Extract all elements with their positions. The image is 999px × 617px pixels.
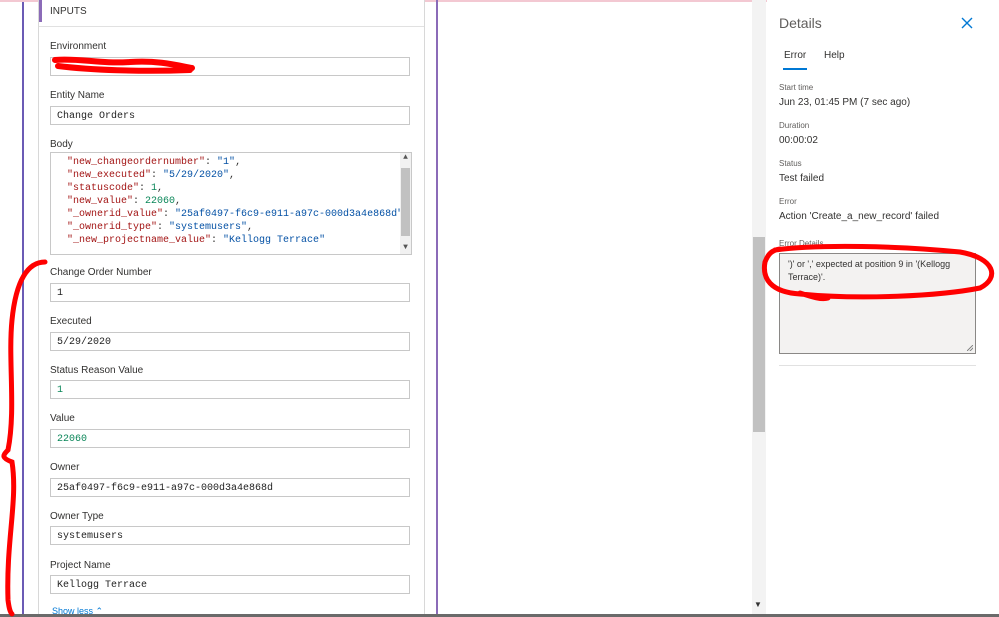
details-title: Details: [779, 15, 822, 31]
json-key: "new_executed": [67, 170, 152, 181]
body-code-line: "new_value": 22060,: [67, 196, 181, 207]
body-code-line: "_ownerid_type": "systemusers",: [67, 222, 253, 233]
inputs-card: INPUTS Environment Entity Name Change Or…: [38, 0, 425, 617]
executed-label: Executed: [50, 316, 92, 327]
json-key: "new_changeordernumber": [67, 157, 206, 168]
json-colon: :: [157, 222, 170, 233]
json-colon: :: [211, 235, 224, 246]
owner-type-field[interactable]: systemusers: [50, 526, 410, 545]
json-trailing: ,: [229, 170, 236, 181]
main-scrollbar-thumb[interactable]: [753, 237, 765, 432]
json-trailing: ,: [175, 196, 182, 207]
json-key: "_ownerid_type": [67, 222, 158, 233]
json-value: "systemusers": [169, 222, 248, 233]
json-colon: :: [139, 183, 152, 194]
header-divider: [39, 26, 424, 27]
entity-name-label: Entity Name: [50, 90, 105, 101]
outer-card-border: [436, 0, 438, 617]
error-label: Error: [779, 197, 797, 206]
value-field[interactable]: 22060: [50, 429, 410, 448]
resize-handle-icon[interactable]: [967, 345, 973, 351]
json-colon: :: [133, 196, 146, 207]
status-reason-value-label: Status Reason Value: [50, 365, 144, 376]
scroll-up-icon[interactable]: ▲: [401, 153, 410, 162]
error-value: Action 'Create_a_new_record' failed: [779, 211, 940, 222]
json-value: "5/29/2020": [163, 170, 230, 181]
active-tab-indicator: [783, 68, 807, 70]
tab-error[interactable]: Error: [784, 50, 806, 61]
json-trailing: ,: [247, 222, 254, 233]
value-label: Value: [50, 413, 75, 424]
duration-label: Duration: [779, 121, 810, 130]
json-colon: :: [151, 170, 164, 181]
json-key: "statuscode": [67, 183, 140, 194]
json-key: "_ownerid_value": [67, 209, 164, 220]
environment-field[interactable]: [50, 57, 410, 76]
error-details-text: ')' or ',' expected at position 9 in '(K…: [788, 259, 951, 282]
status-label: Status: [779, 159, 802, 168]
json-value: 22060: [145, 196, 176, 207]
project-name-field[interactable]: Kellogg Terrace: [50, 575, 410, 594]
owner-type-label: Owner Type: [50, 511, 104, 522]
json-value: "Kellogg Terrace": [223, 235, 326, 246]
left-border-line: [22, 2, 24, 617]
details-divider: [779, 365, 976, 366]
json-value: "25af0497-f6c9-e911-a97c-000d3a4e868d": [175, 209, 404, 220]
json-key: "new_value": [67, 196, 134, 207]
details-panel: Details Error Help Start time Jun 23, 01…: [767, 0, 999, 617]
json-colon: :: [163, 209, 176, 220]
body-code-line: "new_executed": "5/29/2020",: [67, 170, 235, 181]
owner-label: Owner: [50, 462, 80, 473]
close-icon[interactable]: [960, 16, 974, 30]
owner-field[interactable]: 25af0497-f6c9-e911-a97c-000d3a4e868d: [50, 478, 410, 497]
json-trailing: ,: [157, 183, 164, 194]
body-code-line: "new_changeordernumber": "1",: [67, 157, 241, 168]
body-label: Body: [50, 139, 73, 150]
executed-field[interactable]: 5/29/2020: [50, 332, 410, 351]
change-order-number-label: Change Order Number: [50, 267, 152, 278]
start-time-value: Jun 23, 01:45 PM (7 sec ago): [779, 97, 911, 108]
json-value: "1": [217, 157, 236, 168]
json-colon: :: [205, 157, 218, 168]
body-scrollbar-thumb[interactable]: [401, 168, 410, 236]
body-code-line: "_new_projectname_value": "Kellogg Terra…: [67, 235, 325, 246]
start-time-label: Start time: [779, 83, 814, 92]
tab-help[interactable]: Help: [824, 50, 845, 61]
duration-value: 00:00:02: [779, 135, 818, 146]
main-scroll-down-icon[interactable]: ▼: [754, 600, 762, 609]
body-code-editor[interactable]: "new_changeordernumber": "1", "new_execut…: [50, 152, 412, 255]
environment-label: Environment: [50, 41, 107, 52]
scroll-down-icon[interactable]: ▼: [401, 243, 410, 252]
card-accent-bar: [39, 0, 42, 22]
body-code-line: "_ownerid_value": "25af0497-f6c9-e911-a9…: [67, 209, 409, 220]
status-reason-value-field[interactable]: 1: [50, 380, 410, 399]
left-gutter: [0, 2, 22, 617]
json-key: "_new_projectname_value": [67, 235, 212, 246]
change-order-number-field[interactable]: 1: [50, 283, 410, 302]
project-name-label: Project Name: [50, 560, 111, 571]
inputs-header: INPUTS: [50, 6, 87, 17]
error-details-label: Error Details: [779, 239, 824, 248]
entity-name-field[interactable]: Change Orders: [50, 106, 410, 125]
body-code-line: "statuscode": 1,: [67, 183, 163, 194]
status-value: Test failed: [779, 173, 825, 184]
json-trailing: ,: [235, 157, 242, 168]
error-details-textarea[interactable]: ')' or ',' expected at position 9 in '(K…: [779, 253, 976, 354]
